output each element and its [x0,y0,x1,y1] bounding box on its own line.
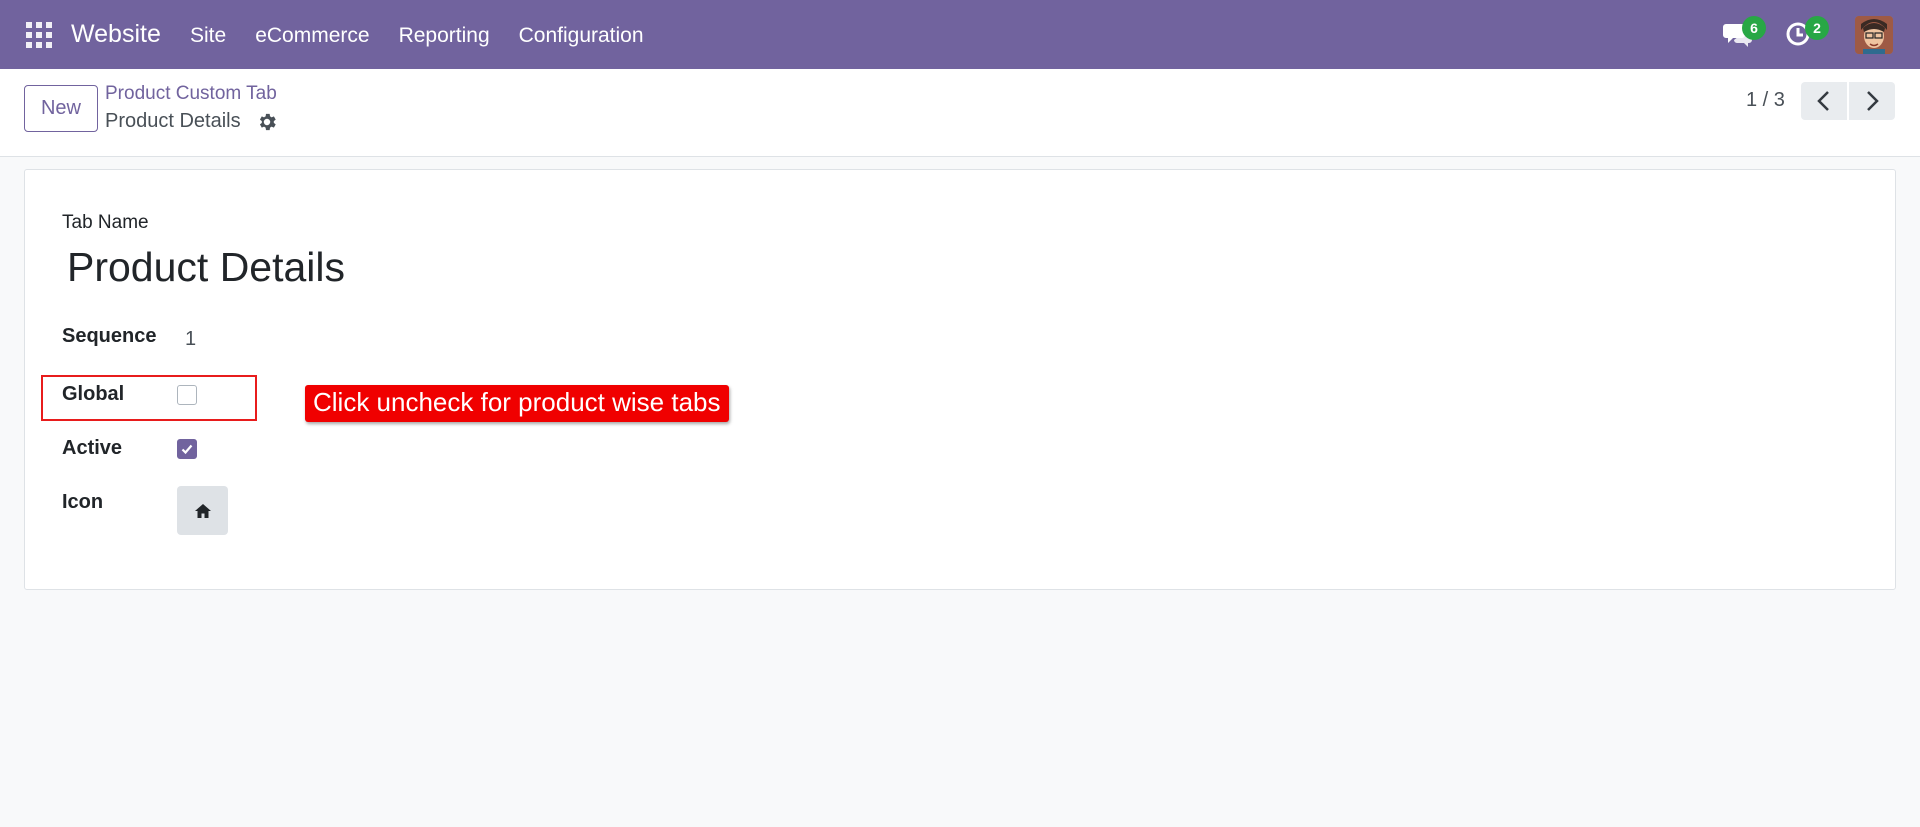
messages-button[interactable]: 6 [1722,16,1766,52]
messages-count-badge: 6 [1742,16,1766,40]
user-avatar[interactable] [1855,16,1893,54]
icon-picker-button[interactable] [177,486,228,535]
menu-item-site[interactable]: Site [190,24,226,48]
main-menu: Site eCommerce Reporting Configuration [190,24,644,48]
active-checkbox[interactable] [177,439,197,459]
activities-button[interactable]: 2 [1785,16,1829,52]
new-button[interactable]: New [24,85,98,132]
menu-item-configuration[interactable]: Configuration [519,24,644,48]
icon-label: Icon [62,491,104,513]
menu-item-reporting[interactable]: Reporting [399,24,490,48]
tab-name-label: Tab Name [62,212,149,233]
active-label: Active [62,437,123,459]
tab-name-field[interactable]: Product Details [67,244,345,291]
top-navbar: Website Site eCommerce Reporting Configu… [0,0,1920,69]
avatar-face-icon [1855,16,1893,54]
pager-next-button[interactable] [1849,82,1895,120]
apps-menu-icon[interactable] [26,22,52,48]
sequence-field[interactable]: 1 [185,328,196,351]
home-icon [194,503,211,518]
pager-value[interactable]: 1 / 3 [1746,89,1785,112]
chevron-right-icon [1867,91,1879,111]
gear-icon[interactable] [256,111,278,133]
sequence-label: Sequence [62,325,157,347]
global-label: Global [62,383,125,405]
annotation-callout: Click uncheck for product wise tabs [305,385,729,422]
form-sheet: Tab Name Product Details Sequence 1 Glob… [24,169,1896,590]
control-panel: New Product Custom Tab Product Details 1… [0,69,1920,157]
chevron-left-icon [1817,91,1829,111]
breadcrumb-parent-link[interactable]: Product Custom Tab [105,83,277,105]
pager-previous-button[interactable] [1801,82,1847,120]
menu-item-ecommerce[interactable]: eCommerce [255,24,369,48]
app-name[interactable]: Website [71,20,161,49]
global-checkbox[interactable] [177,385,197,405]
check-icon [181,444,193,455]
breadcrumb-current: Product Details [105,110,241,132]
activities-count-badge: 2 [1805,16,1829,40]
